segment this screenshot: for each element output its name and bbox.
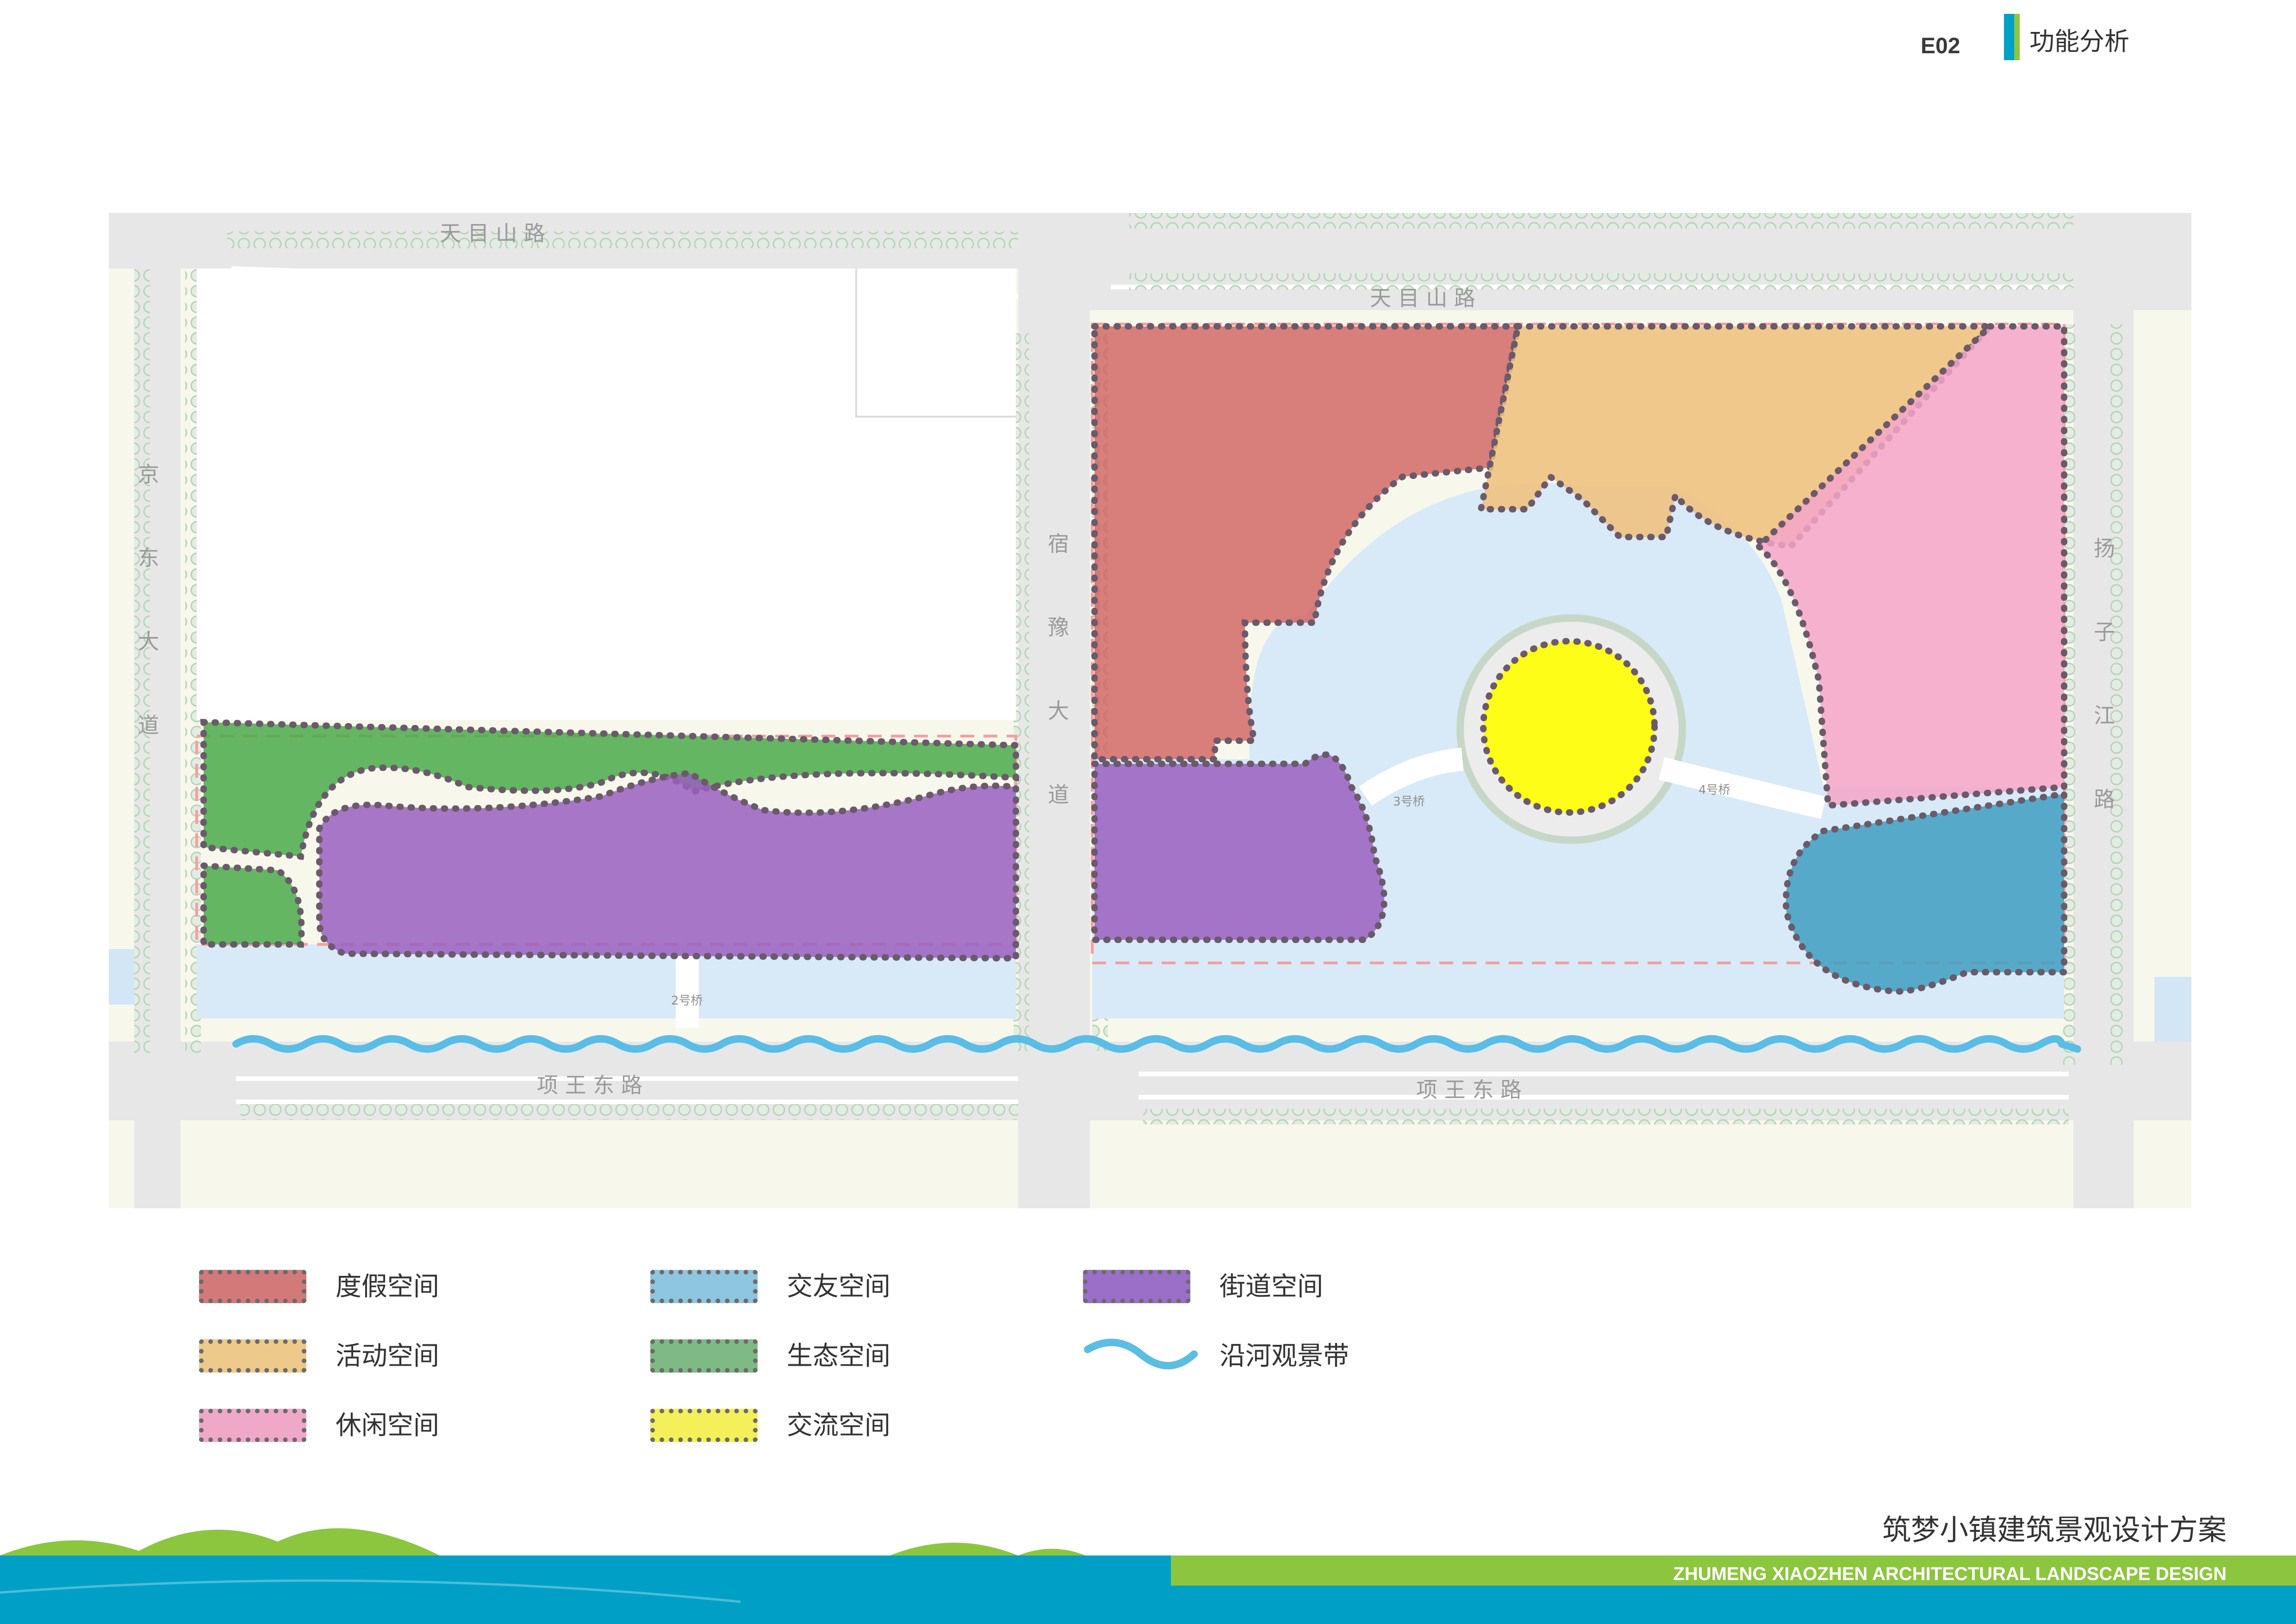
legend-item-leisure: 休闲空间 bbox=[199, 1405, 523, 1451]
footer-title-en: ZHUMENG XIAOZHEN ARCHITECTURAL LANDSCAPE… bbox=[1673, 1564, 2227, 1584]
legend-swatch-leisure bbox=[199, 1409, 306, 1442]
bridge-label-4: 4号桥 bbox=[1699, 783, 1730, 797]
legend-swatch-activity bbox=[199, 1339, 306, 1373]
legend-label-leisure: 休闲空间 bbox=[336, 1411, 439, 1441]
empty-lot bbox=[197, 269, 1016, 720]
legend-swatch-street bbox=[1083, 1270, 1190, 1303]
legend-label-riverside: 沿河观景带 bbox=[1220, 1341, 1349, 1371]
legend-wave-icon bbox=[1084, 1338, 1198, 1369]
legend-label-activity: 活动空间 bbox=[336, 1341, 439, 1371]
legend-swatch-ecology bbox=[650, 1339, 758, 1373]
zone-exchange bbox=[1480, 638, 1658, 816]
road-label-jingdong: 京 东 大 道 bbox=[135, 463, 160, 763]
water-notch-left bbox=[109, 949, 137, 1005]
road-label-tianmu-west: 天 目 山 路 bbox=[440, 221, 545, 246]
legend-label-resort: 度假空间 bbox=[336, 1272, 439, 1302]
zone-ecology-south bbox=[200, 862, 305, 948]
legend-item-exchange: 交流空间 bbox=[650, 1405, 974, 1451]
road-label-tianmu-east: 天 目 山 路 bbox=[1370, 286, 1475, 311]
legend-label-ecology: 生态空间 bbox=[787, 1341, 890, 1371]
legend-item-resort: 度假空间 bbox=[199, 1266, 523, 1312]
bridge-label-3: 3号桥 bbox=[1393, 795, 1425, 809]
bridge-label-2: 2号桥 bbox=[671, 994, 703, 1008]
legend-label-social: 交友空间 bbox=[787, 1272, 890, 1302]
road-label-yangzijiang: 扬 子 江 路 bbox=[2091, 537, 2116, 837]
legend-item-street: 街道空间 bbox=[1083, 1266, 1407, 1312]
legend-swatch-exchange bbox=[650, 1409, 758, 1442]
legend-swatch-social bbox=[650, 1270, 758, 1303]
legend-label-street: 街道空间 bbox=[1220, 1272, 1323, 1302]
legend-item-riverside: 沿河观景带 bbox=[1083, 1336, 1407, 1382]
zone-street-east bbox=[1091, 751, 1388, 943]
legend-item-ecology: 生态空间 bbox=[650, 1336, 974, 1382]
road-label-suyu: 宿 豫 大 道 bbox=[1045, 532, 1070, 832]
legend-item-social: 交友空间 bbox=[650, 1266, 974, 1312]
road-label-xiangwang-east: 项 王 东 路 bbox=[1416, 1077, 1522, 1102]
road-label-xiangwang-west: 项 王 东 路 bbox=[537, 1073, 642, 1098]
legend-item-activity: 活动空间 bbox=[199, 1336, 523, 1382]
legend-swatch-resort bbox=[199, 1270, 306, 1303]
legend-label-exchange: 交流空间 bbox=[787, 1411, 890, 1441]
